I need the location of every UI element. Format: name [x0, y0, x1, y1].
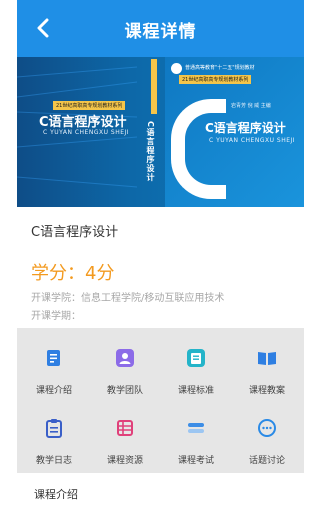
- exam-icon: [188, 423, 204, 433]
- phone-screen: 课程详情 21世纪高职高专规划教材系列 C语言程序设计 C YUYAN CHEN…: [17, 0, 304, 530]
- course-name: C语言程序设计: [31, 225, 119, 240]
- grid-item-teaching-log[interactable]: 教学日志: [19, 406, 89, 466]
- open-book-icon: [258, 352, 276, 365]
- back-cover-tag: 21世纪高职高专规划教材系列: [53, 101, 126, 110]
- course-banner-image: 21世纪高职高专规划教材系列 C语言程序设计 C YUYAN CHENGXU S…: [17, 57, 304, 207]
- document-icon: [47, 350, 60, 366]
- cover-c-letter: [171, 99, 226, 199]
- course-term: 开课学期：: [31, 311, 81, 322]
- back-cover-subtitle: C YUYAN CHENGXU SHEJI: [43, 129, 130, 136]
- cover-publisher-text: 普通高等教育"十二五"规划教材: [185, 65, 255, 71]
- back-cover-title: C语言程序设计: [39, 115, 127, 130]
- cover-authors: 岩青芳 倪 威 主编: [231, 103, 271, 109]
- section-title-course-intro: 课程介绍: [34, 488, 78, 501]
- app-header: 课程详情: [17, 0, 304, 57]
- grid-label: 课程教案: [248, 386, 285, 396]
- book-standard-icon: [187, 349, 205, 367]
- grid-item-teaching-team[interactable]: 教学团队: [90, 336, 160, 396]
- publisher-logo-icon: [171, 63, 182, 74]
- clipboard-icon: [46, 419, 62, 438]
- spine-label-strip: [151, 59, 157, 114]
- grid-item-topic-discussion[interactable]: 话题讨论: [232, 406, 302, 466]
- course-college: 开课学院：信息工程学院/移动互联应用技术: [31, 293, 225, 304]
- grid-label: 教学团队: [106, 386, 143, 396]
- grid-label: 课程介绍: [35, 386, 72, 396]
- page-title: 课程详情: [124, 22, 197, 42]
- grid-label: 话题讨论: [248, 456, 285, 466]
- chat-icon: [258, 419, 276, 437]
- book-front-cover: 普通高等教育"十二五"规划教材 21世纪高职高专规划教材系列 岩青芳 倪 威 主…: [165, 57, 304, 207]
- grid-label: 教学日志: [35, 456, 72, 466]
- grid-label: 课程资源: [106, 456, 143, 466]
- cover-title: C语言程序设计: [205, 121, 286, 135]
- grid-item-course-resources[interactable]: 课程资源: [90, 406, 160, 466]
- book-spine: C语言程序设计: [145, 121, 161, 207]
- grid-label: 课程考试: [177, 456, 214, 466]
- grid-item-lesson-plan[interactable]: 课程教案: [232, 336, 302, 396]
- cover-series: 21世纪高职高专规划教材系列: [179, 75, 252, 84]
- grid-label: 课程标准: [177, 386, 214, 396]
- user-icon: [116, 349, 134, 367]
- spine-title: C语言程序设计: [146, 121, 155, 182]
- course-credits: 学分：4分: [31, 263, 115, 284]
- grid-item-course-intro[interactable]: 课程介绍: [19, 336, 89, 396]
- book-back-cover: 21世纪高职高专规划教材系列 C语言程序设计 C YUYAN CHENGXU S…: [27, 101, 140, 191]
- grid-item-course-exam[interactable]: 课程考试: [161, 406, 231, 466]
- grid-item-course-standard[interactable]: 课程标准: [161, 336, 231, 396]
- resource-icon: [117, 420, 133, 436]
- cover-subtitle: C YUYAN CHENGXU SHEJI: [209, 137, 296, 144]
- function-grid: 课程介绍 教学团队 课程标准 课程教案 教学日志 课程资源 课程考试 话题讨论: [17, 328, 304, 473]
